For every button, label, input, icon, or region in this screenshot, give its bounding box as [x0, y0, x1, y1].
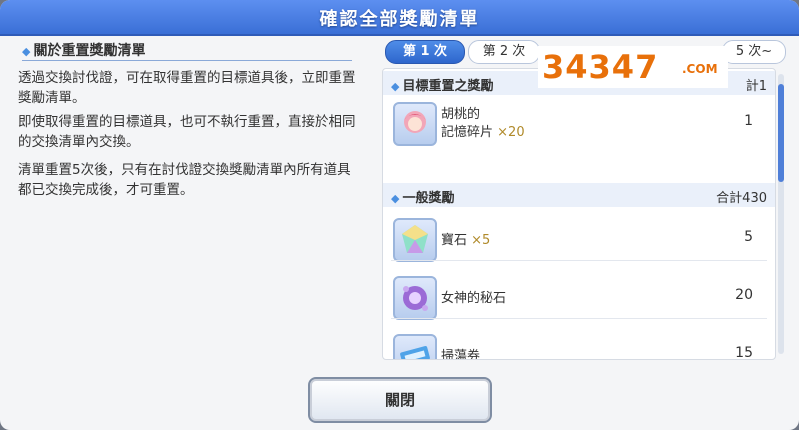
info-section-title: 關於重置獎勵清單	[33, 43, 146, 59]
info-section-header: ◆ 關於重置獎勵清單	[22, 40, 145, 60]
target-reward-label: 目標重置之獎勵	[402, 79, 494, 94]
reward-list-scrollbar[interactable]	[778, 74, 784, 354]
general-reward-label: 一般獎勵	[402, 191, 455, 206]
list-item: 胡桃的 記憶碎片 ×20 1	[383, 99, 775, 146]
site-watermark: 34347 .COM	[538, 46, 728, 88]
sweep-ticket-icon[interactable]	[393, 334, 437, 359]
list-item: 掃蕩券 15	[383, 331, 775, 360]
list-item: 寶石 ×5 5	[383, 215, 775, 262]
info-panel: ◆ 關於重置獎勵清單 透過交換討伐證，可在取得重置的目標道具後，立即重置獎勵清單。…	[10, 38, 370, 358]
gem-icon[interactable]	[393, 218, 437, 262]
diamond-bullet-icon: ◆	[22, 45, 31, 58]
tab-reset-5-plus[interactable]: 5 次~	[722, 40, 786, 64]
close-button[interactable]: 關閉	[308, 377, 492, 423]
general-reward-total: 合計430	[716, 191, 767, 206]
info-paragraph-1: 透過交換討伐證，可在取得重置的目標道具後，立即重置獎勵清單。	[18, 70, 356, 106]
diamond-bullet-icon: ◆	[391, 80, 400, 93]
divider	[391, 318, 767, 319]
list-item: 女神的秘石 20	[383, 273, 775, 320]
item-name: 寶石	[441, 233, 468, 248]
tab-reset-2[interactable]: 第 2 次	[468, 40, 540, 64]
item-count: 1	[744, 113, 753, 129]
close-button-label: 關閉	[384, 391, 415, 409]
watermark-brand: 34347	[542, 48, 659, 86]
goddess-stone-icon[interactable]	[393, 276, 437, 320]
info-paragraph-3: 清單重置5次後，只有在討伐證交換獎勵清單內所有道具都已交換完成後，才可重置。	[18, 162, 351, 198]
diamond-bullet-icon: ◆	[391, 192, 400, 205]
watermark-domain: .COM	[682, 62, 718, 76]
item-name-line1: 胡桃的	[441, 107, 481, 122]
target-reward-total: 計1	[745, 79, 767, 94]
character-shard-icon[interactable]	[393, 102, 437, 146]
item-multiplier: ×5	[471, 233, 491, 248]
scrollbar-thumb[interactable]	[778, 84, 784, 182]
info-paragraph-2: 即使取得重置的目標道具，也可不執行重置，直接於相同的交換清單內交換。	[18, 114, 356, 150]
dialog-titlebar: 確認全部獎勵清單	[0, 0, 799, 36]
item-name: 女神的秘石	[441, 291, 507, 306]
item-multiplier: ×20	[497, 125, 525, 140]
divider	[391, 260, 767, 261]
reward-list-dialog: 確認全部獎勵清單 ◆ 關於重置獎勵清單 透過交換討伐證，可在取得重置的目標道具後，…	[0, 0, 799, 430]
general-reward-header: ◆ 一般獎勵 合計430	[383, 183, 775, 207]
item-name-line2: 記憶碎片	[441, 125, 494, 140]
tab-reset-1[interactable]: 第 1 次	[385, 40, 465, 64]
item-name: 掃蕩券	[441, 349, 481, 360]
reward-list[interactable]: ◆目標重置之獎勵 計1 胡桃的 記憶碎片 ×20 1 ◆一般獎勵 合計430	[382, 68, 776, 360]
item-count: 15	[735, 345, 753, 360]
item-count: 20	[735, 287, 753, 303]
divider	[22, 60, 352, 61]
dialog-title: 確認全部獎勵清單	[319, 9, 480, 30]
item-count: 5	[744, 229, 753, 245]
